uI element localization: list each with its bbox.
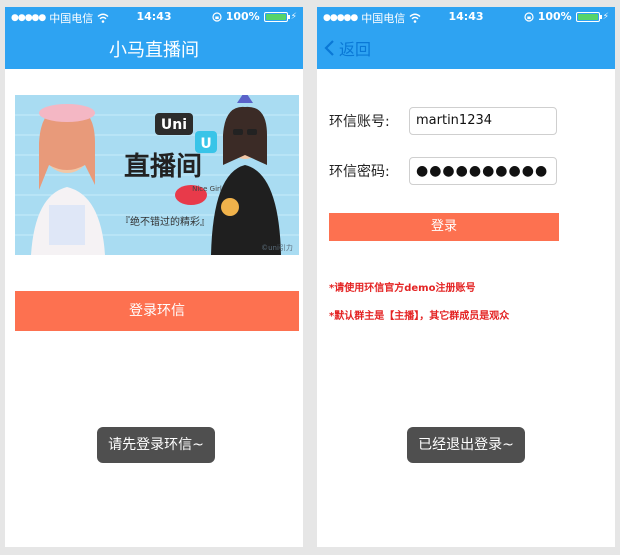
- hint-text-demo-account: *请使用环信官方demo注册账号: [329, 283, 476, 294]
- right-screen: ●●●●● 中国电信 14:43 100% ⚡ 返回 环信账号: martin1…: [317, 7, 615, 547]
- battery-percent: 100%: [225, 10, 260, 23]
- password-label: 环信密码:: [329, 164, 390, 180]
- account-row: 环信账号: martin1234: [329, 107, 557, 135]
- banner-badge: Nice Girl: [192, 185, 222, 193]
- back-label: 返回: [339, 40, 372, 59]
- banner-watermark: ©uni引力: [261, 243, 293, 252]
- left-screen: ●●●●● 中国电信 14:43 100% ⚡ 小马直播间 Uni U 直播间 …: [5, 7, 303, 547]
- live-banner-image: Uni U 直播间 Nice Girl 『绝不错过的精彩』 ©uni引力: [15, 95, 299, 255]
- battery-icon: [263, 11, 290, 22]
- back-button[interactable]: 返回: [323, 36, 371, 60]
- charging-icon: ⚡: [290, 11, 297, 22]
- battery-percent: 100%: [537, 10, 572, 23]
- toast-message: 已经退出登录~: [407, 427, 525, 463]
- password-input[interactable]: ●●●●●●●●●●: [409, 157, 557, 185]
- login-huanxin-button[interactable]: 登录环信: [15, 291, 299, 331]
- svg-text:U: U: [200, 136, 211, 152]
- banner-headline: 直播间: [124, 152, 202, 182]
- charging-icon: ⚡: [602, 11, 609, 22]
- login-button[interactable]: 登录: [329, 213, 559, 241]
- account-label: 环信账号:: [329, 114, 390, 130]
- chevron-left-icon: [324, 40, 334, 56]
- nav-bar: 返回: [317, 27, 615, 69]
- banner-tagline: 『绝不错过的精彩』: [120, 215, 210, 228]
- password-row: 环信密码: ●●●●●●●●●●: [329, 157, 557, 185]
- status-bar: ●●●●● 中国电信 14:43 100% ⚡: [317, 7, 615, 27]
- battery-icon: [575, 11, 602, 22]
- toast-message: 请先登录环信~: [97, 427, 215, 463]
- account-input[interactable]: martin1234: [409, 107, 557, 135]
- page-title: 小马直播间: [109, 40, 199, 61]
- nav-bar: 小马直播间: [5, 27, 303, 69]
- rotation-lock-icon: [212, 11, 222, 22]
- status-bar: ●●●●● 中国电信 14:43 100% ⚡: [5, 7, 303, 27]
- rotation-lock-icon: [524, 11, 534, 22]
- hint-text-group-owner: *默认群主是【主播】，其它群成员是观众: [329, 311, 510, 322]
- banner-brand-text: Uni: [161, 117, 187, 133]
